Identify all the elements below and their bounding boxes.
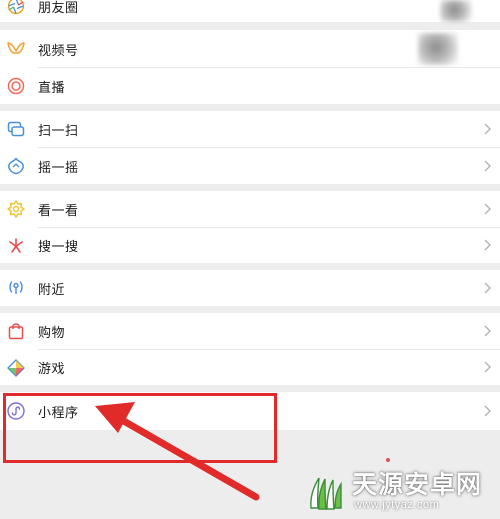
- menu-item-label: 购物: [38, 326, 66, 341]
- menu-item-label: 游戏: [38, 362, 66, 377]
- android-logo-icon: [310, 477, 342, 510]
- menu-item-moments[interactable]: 朋友圈: [0, 0, 500, 22]
- highlight-box: [3, 393, 277, 463]
- friend-update-thumbnail: [440, 0, 472, 22]
- background-dot: [386, 458, 390, 462]
- chevron-right-icon: [483, 203, 492, 215]
- discover-page: 朋友圈 视频号 直播 扫一扫 摇一摇 看一看 搜一搜 附近 购物 游戏 小程序 …: [0, 0, 500, 519]
- chevron-right-icon: [483, 123, 492, 135]
- chevron-right-icon: [483, 325, 492, 337]
- menu-item-label: 视频号: [38, 44, 79, 59]
- chevron-right-icon: [483, 239, 492, 251]
- menu-item-live[interactable]: 直播: [0, 68, 500, 104]
- menu-item-label: 摇一摇: [38, 161, 79, 176]
- chevron-right-icon: [483, 282, 492, 294]
- menu-item-label: 扫一扫: [38, 124, 79, 139]
- shopping-bag-icon: [6, 321, 26, 341]
- menu-item-nearby[interactable]: 附近: [0, 270, 500, 306]
- menu-item-scan[interactable]: 扫一扫: [0, 111, 500, 147]
- scan-icon: [6, 119, 26, 139]
- menu-item-label: 直播: [38, 81, 66, 96]
- live-icon: [6, 76, 26, 96]
- channels-icon: [6, 39, 26, 59]
- menu-item-label: 搜一搜: [38, 240, 79, 255]
- watermark: 天源安卓网 www.jytyaz.com: [302, 466, 498, 516]
- menu-item-games[interactable]: 游戏: [0, 350, 500, 385]
- chevron-right-icon: [483, 361, 492, 373]
- menu-item-shake[interactable]: 摇一摇: [0, 148, 500, 184]
- chevron-right-icon: [483, 405, 492, 417]
- menu-item-label: 附近: [38, 283, 66, 298]
- menu-item-label: 朋友圈: [38, 1, 79, 16]
- top-stories-icon: [6, 199, 26, 219]
- nearby-icon: [6, 278, 26, 298]
- chevron-right-icon: [483, 160, 492, 172]
- watermark-url: www.jytyaz.com: [354, 499, 440, 511]
- menu-item-search[interactable]: 搜一搜: [0, 228, 500, 263]
- menu-item-label: 看一看: [38, 204, 79, 219]
- moments-icon: [6, 0, 26, 16]
- menu-item-shopping[interactable]: 购物: [0, 313, 500, 349]
- menu-item-top-stories[interactable]: 看一看: [0, 191, 500, 227]
- games-icon: [6, 358, 26, 378]
- watermark-title: 天源安卓网: [352, 470, 483, 499]
- shake-icon: [6, 156, 26, 176]
- channel-update-thumbnail: [418, 33, 458, 65]
- search-icon: [6, 236, 26, 256]
